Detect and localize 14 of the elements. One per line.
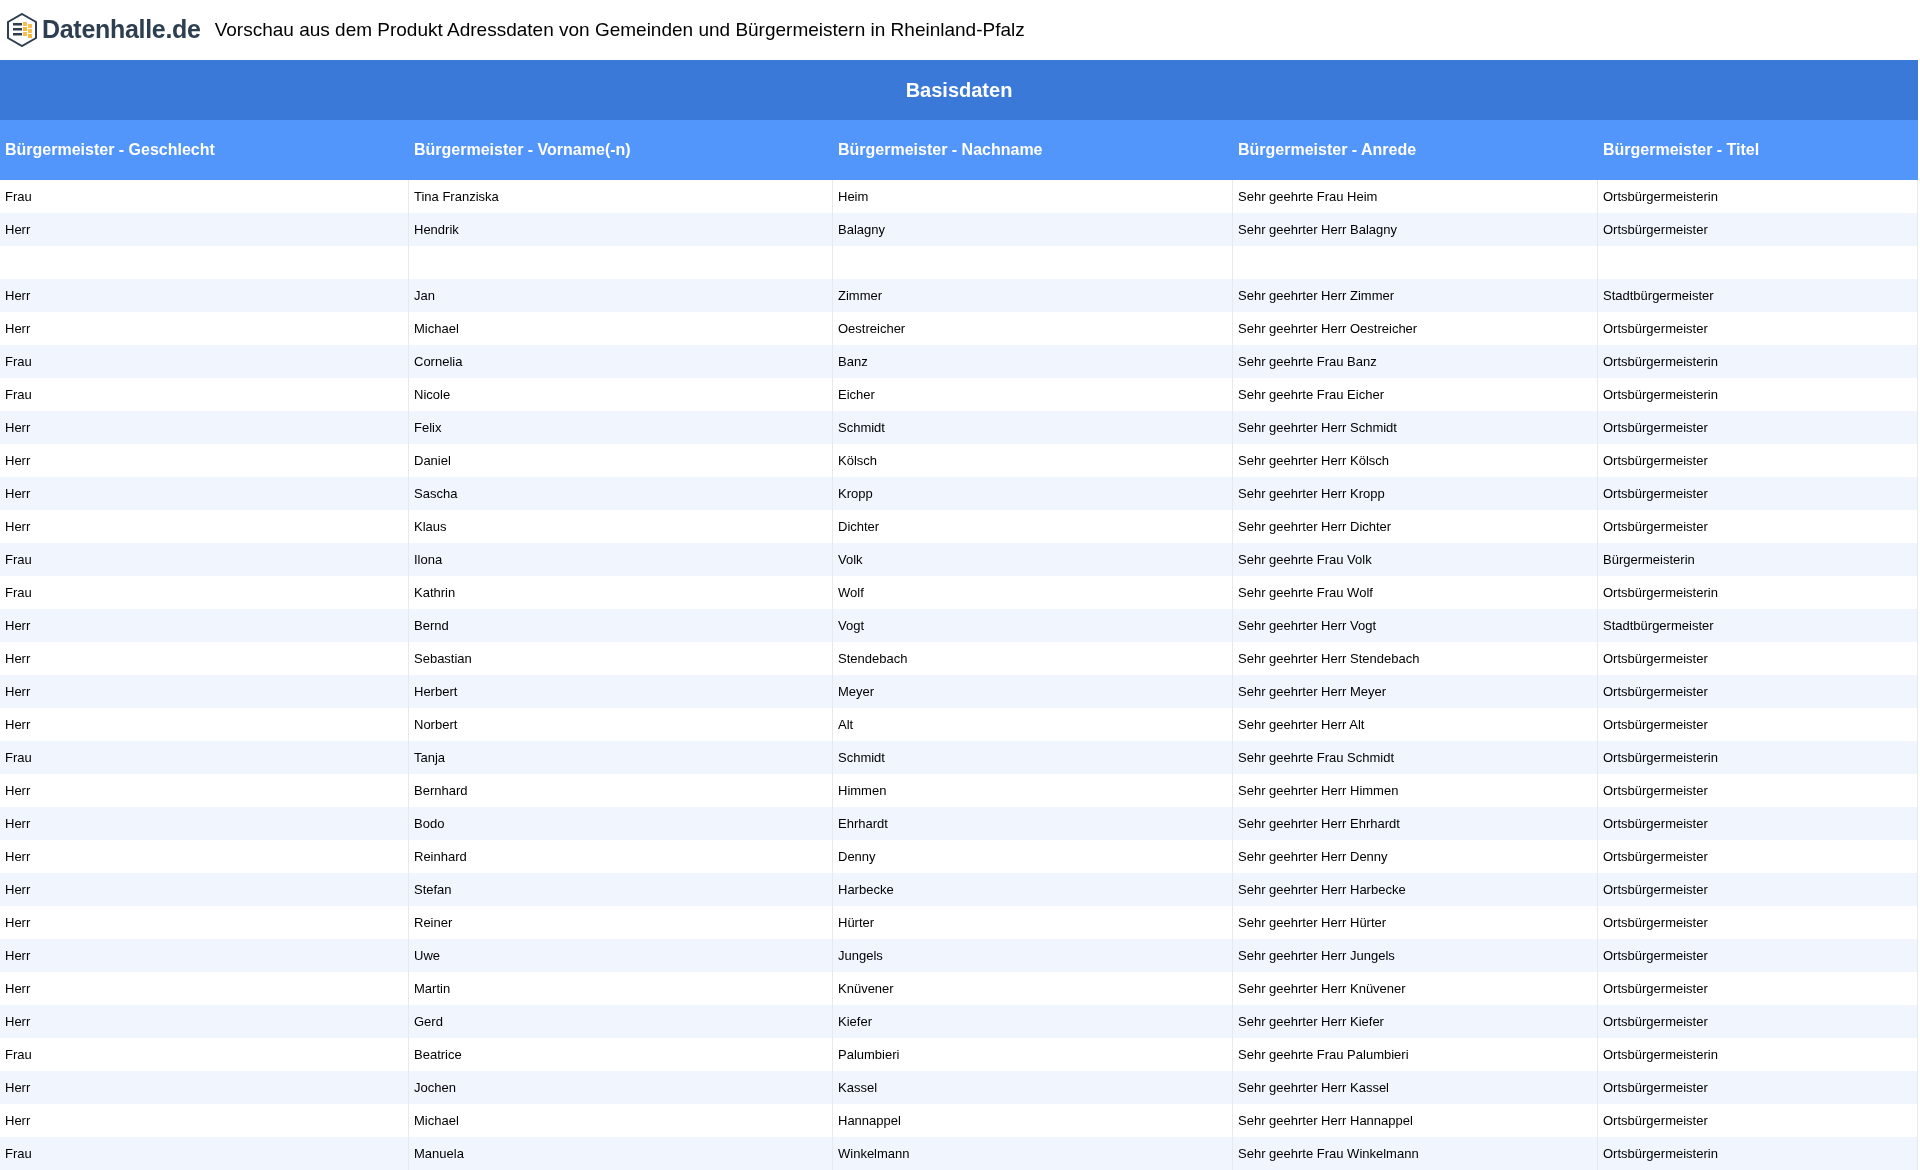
column-header: Bürgermeister - Geschlecht xyxy=(4,140,216,160)
table-cell: Ortsbürgermeisterin xyxy=(1598,1137,1918,1170)
logo-icon xyxy=(6,13,38,47)
column-header: Bürgermeister - Nachname xyxy=(837,140,1044,160)
logo-text[interactable]: Datenhalle.de xyxy=(42,11,201,49)
table-cell: Frau xyxy=(0,1137,409,1170)
table-cell: Sehr geehrte Frau Winkelmann xyxy=(1233,1137,1598,1170)
column-header: Bürgermeister - Titel xyxy=(1602,140,1761,160)
group-heading: Basisdaten xyxy=(0,60,1918,120)
table-cell: Winkelmann xyxy=(833,1137,1233,1170)
column-header: Bürgermeister - Vorname(-n) xyxy=(413,140,632,160)
page-title: Vorschau aus dem Produkt Adressdaten von Gemeinden und Bürgermeistern in Rheinland-Pfalz xyxy=(214,17,1025,42)
table-cell: Manuela xyxy=(409,1137,833,1170)
column-header: Bürgermeister - Anrede xyxy=(1237,140,1418,160)
